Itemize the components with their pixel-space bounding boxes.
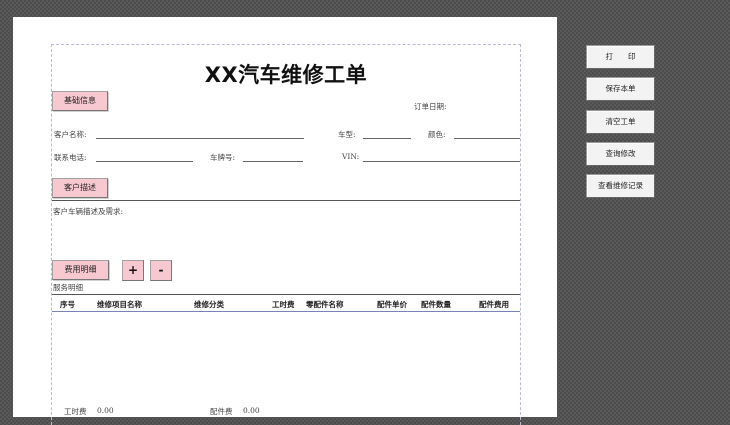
- summary-labor-label: 工时费: [64, 407, 87, 416]
- phone-label: 联系电话:: [54, 153, 87, 162]
- view-records-button[interactable]: 查看维修记录: [586, 174, 655, 198]
- phone-field[interactable]: [96, 161, 193, 162]
- fee-detail-button[interactable]: 费用明细: [52, 260, 109, 280]
- vin-label: VIN:: [342, 152, 360, 161]
- table-header-border: [52, 311, 520, 312]
- query-edit-button[interactable]: 查询修改: [586, 142, 655, 166]
- paper-sheet: XX汽车维修工单 基础信息 订单日期: 客户名称: 车型: 颜色: 联系电话: …: [13, 17, 557, 425]
- service-table-body[interactable]: [52, 313, 520, 399]
- plate-label: 车牌号:: [210, 153, 236, 162]
- plate-field[interactable]: [243, 161, 303, 162]
- customer-desc-area[interactable]: [52, 217, 520, 257]
- summary-parts-label: 配件费: [210, 407, 233, 416]
- remove-row-button[interactable]: -: [150, 260, 172, 281]
- th-part-name: 零配件名称: [306, 300, 344, 309]
- order-date-label: 订单日期:: [414, 102, 447, 111]
- car-model-field[interactable]: [363, 138, 411, 139]
- basic-info-button[interactable]: 基础信息: [52, 91, 108, 111]
- th-part-qty: 配件数量: [421, 300, 451, 309]
- vin-field[interactable]: [363, 161, 520, 162]
- summary-parts-value: 0.00: [243, 406, 260, 415]
- add-row-button[interactable]: +: [122, 260, 144, 281]
- customer-name-field[interactable]: [96, 138, 304, 139]
- color-field[interactable]: [454, 138, 520, 139]
- th-part-price: 配件单价: [377, 300, 407, 309]
- color-label: 颜色:: [428, 130, 446, 139]
- th-repair-item: 维修项目名称: [97, 300, 142, 309]
- clear-order-button[interactable]: 清空工单: [586, 110, 655, 134]
- table-top-border: [52, 294, 520, 295]
- th-labor-fee: 工时费: [272, 300, 295, 309]
- th-part-cost: 配件费用: [479, 300, 509, 309]
- service-detail-label: 服务明细: [53, 283, 83, 292]
- car-model-label: 车型:: [338, 130, 356, 139]
- print-button[interactable]: 打 印: [586, 45, 655, 69]
- customer-name-label: 客户名称:: [54, 130, 87, 139]
- customer-desc-button[interactable]: 客户描述: [52, 178, 108, 198]
- form-title: XX汽车维修工单: [204, 63, 368, 87]
- th-index: 序号: [60, 300, 75, 309]
- save-order-button[interactable]: 保存本单: [586, 77, 655, 101]
- section-divider: [52, 200, 520, 201]
- summary-labor-value: 0.00: [97, 406, 114, 415]
- th-repair-category: 维修分类: [194, 300, 224, 309]
- work-order-form: XX汽车维修工单 基础信息 订单日期: 客户名称: 车型: 颜色: 联系电话: …: [51, 44, 521, 425]
- customer-desc-label: 客户车辆描述及需求:: [53, 207, 124, 216]
